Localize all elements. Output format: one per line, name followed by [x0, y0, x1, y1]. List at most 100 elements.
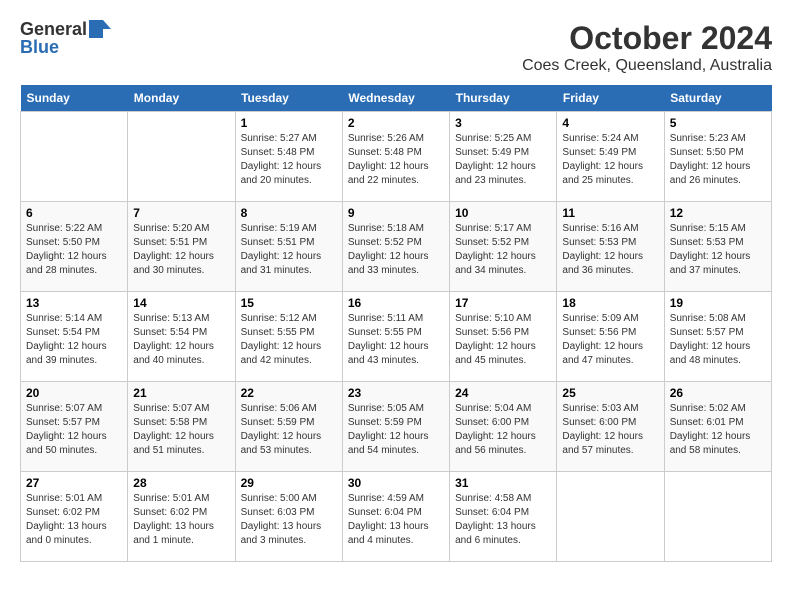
- day-info: Sunrise: 5:04 AM Sunset: 6:00 PM Dayligh…: [455, 402, 551, 458]
- day-number: 12: [670, 206, 766, 220]
- col-tuesday: Tuesday: [235, 85, 342, 112]
- calendar-cell: 15 Sunrise: 5:12 AM Sunset: 5:55 PM Dayli…: [235, 292, 342, 382]
- location-title: Coes Creek, Queensland, Australia: [522, 57, 772, 75]
- day-number: 5: [670, 116, 766, 130]
- calendar-cell: 2 Sunrise: 5:26 AM Sunset: 5:48 PM Daylig…: [342, 112, 449, 202]
- calendar-cell: [557, 472, 664, 562]
- day-info: Sunrise: 5:03 AM Sunset: 6:00 PM Dayligh…: [562, 402, 658, 458]
- day-info: Sunrise: 5:00 AM Sunset: 6:03 PM Dayligh…: [241, 492, 337, 548]
- day-info: Sunrise: 5:24 AM Sunset: 5:49 PM Dayligh…: [562, 132, 658, 188]
- day-info: Sunrise: 5:05 AM Sunset: 5:59 PM Dayligh…: [348, 402, 444, 458]
- calendar-cell: 8 Sunrise: 5:19 AM Sunset: 5:51 PM Daylig…: [235, 202, 342, 292]
- calendar-cell: 25 Sunrise: 5:03 AM Sunset: 6:00 PM Dayli…: [557, 382, 664, 472]
- calendar-cell: 24 Sunrise: 5:04 AM Sunset: 6:00 PM Dayli…: [450, 382, 557, 472]
- day-info: Sunrise: 5:16 AM Sunset: 5:53 PM Dayligh…: [562, 222, 658, 278]
- calendar-cell: 31Sunrise: 4:58 AM Sunset: 6:04 PM Dayli…: [450, 472, 557, 562]
- calendar-cell: 1Sunrise: 5:27 AM Sunset: 5:48 PM Daylig…: [235, 112, 342, 202]
- calendar-cell: 26 Sunrise: 5:02 AM Sunset: 6:01 PM Dayli…: [664, 382, 771, 472]
- logo-icon: [89, 20, 111, 38]
- day-number: 28: [133, 476, 229, 490]
- day-info: Sunrise: 5:08 AM Sunset: 5:57 PM Dayligh…: [670, 312, 766, 368]
- day-info: Sunrise: 5:13 AM Sunset: 5:54 PM Dayligh…: [133, 312, 229, 368]
- day-info: Sunrise: 5:20 AM Sunset: 5:51 PM Dayligh…: [133, 222, 229, 278]
- col-wednesday: Wednesday: [342, 85, 449, 112]
- calendar-cell: 30Sunrise: 4:59 AM Sunset: 6:04 PM Dayli…: [342, 472, 449, 562]
- calendar-cell: [128, 112, 235, 202]
- day-info: Sunrise: 5:26 AM Sunset: 5:48 PM Dayligh…: [348, 132, 444, 188]
- day-info: Sunrise: 5:23 AM Sunset: 5:50 PM Dayligh…: [670, 132, 766, 188]
- calendar-cell: 18 Sunrise: 5:09 AM Sunset: 5:56 PM Dayli…: [557, 292, 664, 382]
- calendar-cell: 11 Sunrise: 5:16 AM Sunset: 5:53 PM Dayli…: [557, 202, 664, 292]
- day-number: 20: [26, 386, 122, 400]
- calendar-table: Sunday Monday Tuesday Wednesday Thursday…: [20, 85, 772, 562]
- calendar-cell: 6 Sunrise: 5:22 AM Sunset: 5:50 PM Daylig…: [21, 202, 128, 292]
- calendar-cell: 23Sunrise: 5:05 AM Sunset: 5:59 PM Dayli…: [342, 382, 449, 472]
- title-area: October 2024 Coes Creek, Queensland, Aus…: [522, 20, 772, 75]
- day-info: Sunrise: 5:01 AM Sunset: 6:02 PM Dayligh…: [26, 492, 122, 548]
- calendar-cell: 16Sunrise: 5:11 AM Sunset: 5:55 PM Dayli…: [342, 292, 449, 382]
- day-info: Sunrise: 5:14 AM Sunset: 5:54 PM Dayligh…: [26, 312, 122, 368]
- day-number: 7: [133, 206, 229, 220]
- header-row: Sunday Monday Tuesday Wednesday Thursday…: [21, 85, 772, 112]
- logo-blue-text: Blue: [20, 38, 59, 56]
- calendar-cell: 20 Sunrise: 5:07 AM Sunset: 5:57 PM Dayli…: [21, 382, 128, 472]
- day-info: Sunrise: 5:07 AM Sunset: 5:57 PM Dayligh…: [26, 402, 122, 458]
- day-info: Sunrise: 4:58 AM Sunset: 6:04 PM Dayligh…: [455, 492, 551, 548]
- col-sunday: Sunday: [21, 85, 128, 112]
- calendar-week-4: 20 Sunrise: 5:07 AM Sunset: 5:57 PM Dayli…: [21, 382, 772, 472]
- day-number: 11: [562, 206, 658, 220]
- calendar-cell: 13 Sunrise: 5:14 AM Sunset: 5:54 PM Dayli…: [21, 292, 128, 382]
- day-number: 2: [348, 116, 444, 130]
- day-number: 8: [241, 206, 337, 220]
- calendar-week-3: 13 Sunrise: 5:14 AM Sunset: 5:54 PM Dayli…: [21, 292, 772, 382]
- calendar-cell: 29Sunrise: 5:00 AM Sunset: 6:03 PM Dayli…: [235, 472, 342, 562]
- calendar-week-1: 1Sunrise: 5:27 AM Sunset: 5:48 PM Daylig…: [21, 112, 772, 202]
- day-number: 18: [562, 296, 658, 310]
- calendar-cell: [664, 472, 771, 562]
- day-info: Sunrise: 5:06 AM Sunset: 5:59 PM Dayligh…: [241, 402, 337, 458]
- day-number: 6: [26, 206, 122, 220]
- day-number: 15: [241, 296, 337, 310]
- header: General Blue October 2024 Coes Creek, Qu…: [20, 20, 772, 75]
- calendar-header: Sunday Monday Tuesday Wednesday Thursday…: [21, 85, 772, 112]
- calendar-week-2: 6 Sunrise: 5:22 AM Sunset: 5:50 PM Daylig…: [21, 202, 772, 292]
- calendar-cell: 28 Sunrise: 5:01 AM Sunset: 6:02 PM Dayli…: [128, 472, 235, 562]
- day-info: Sunrise: 5:10 AM Sunset: 5:56 PM Dayligh…: [455, 312, 551, 368]
- calendar-cell: 14 Sunrise: 5:13 AM Sunset: 5:54 PM Dayli…: [128, 292, 235, 382]
- day-number: 27: [26, 476, 122, 490]
- day-number: 21: [133, 386, 229, 400]
- month-title: October 2024: [522, 20, 772, 57]
- day-info: Sunrise: 5:12 AM Sunset: 5:55 PM Dayligh…: [241, 312, 337, 368]
- day-info: Sunrise: 5:25 AM Sunset: 5:49 PM Dayligh…: [455, 132, 551, 188]
- day-info: Sunrise: 5:27 AM Sunset: 5:48 PM Dayligh…: [241, 132, 337, 188]
- col-monday: Monday: [128, 85, 235, 112]
- day-number: 22: [241, 386, 337, 400]
- calendar-cell: 7 Sunrise: 5:20 AM Sunset: 5:51 PM Daylig…: [128, 202, 235, 292]
- col-thursday: Thursday: [450, 85, 557, 112]
- col-saturday: Saturday: [664, 85, 771, 112]
- day-info: Sunrise: 5:22 AM Sunset: 5:50 PM Dayligh…: [26, 222, 122, 278]
- day-number: 10: [455, 206, 551, 220]
- day-number: 24: [455, 386, 551, 400]
- day-number: 13: [26, 296, 122, 310]
- day-number: 14: [133, 296, 229, 310]
- day-info: Sunrise: 5:15 AM Sunset: 5:53 PM Dayligh…: [670, 222, 766, 278]
- day-info: Sunrise: 5:11 AM Sunset: 5:55 PM Dayligh…: [348, 312, 444, 368]
- calendar-cell: 27 Sunrise: 5:01 AM Sunset: 6:02 PM Dayli…: [21, 472, 128, 562]
- calendar-cell: 5 Sunrise: 5:23 AM Sunset: 5:50 PM Daylig…: [664, 112, 771, 202]
- calendar-cell: 10Sunrise: 5:17 AM Sunset: 5:52 PM Dayli…: [450, 202, 557, 292]
- calendar-week-5: 27 Sunrise: 5:01 AM Sunset: 6:02 PM Dayli…: [21, 472, 772, 562]
- day-info: Sunrise: 5:18 AM Sunset: 5:52 PM Dayligh…: [348, 222, 444, 278]
- day-info: Sunrise: 5:19 AM Sunset: 5:51 PM Dayligh…: [241, 222, 337, 278]
- calendar-cell: 4Sunrise: 5:24 AM Sunset: 5:49 PM Daylig…: [557, 112, 664, 202]
- day-info: Sunrise: 5:09 AM Sunset: 5:56 PM Dayligh…: [562, 312, 658, 368]
- day-number: 25: [562, 386, 658, 400]
- day-info: Sunrise: 5:02 AM Sunset: 6:01 PM Dayligh…: [670, 402, 766, 458]
- day-info: Sunrise: 5:01 AM Sunset: 6:02 PM Dayligh…: [133, 492, 229, 548]
- day-number: 26: [670, 386, 766, 400]
- day-number: 9: [348, 206, 444, 220]
- calendar-body: 1Sunrise: 5:27 AM Sunset: 5:48 PM Daylig…: [21, 112, 772, 562]
- day-number: 30: [348, 476, 444, 490]
- day-number: 19: [670, 296, 766, 310]
- calendar-cell: 21Sunrise: 5:07 AM Sunset: 5:58 PM Dayli…: [128, 382, 235, 472]
